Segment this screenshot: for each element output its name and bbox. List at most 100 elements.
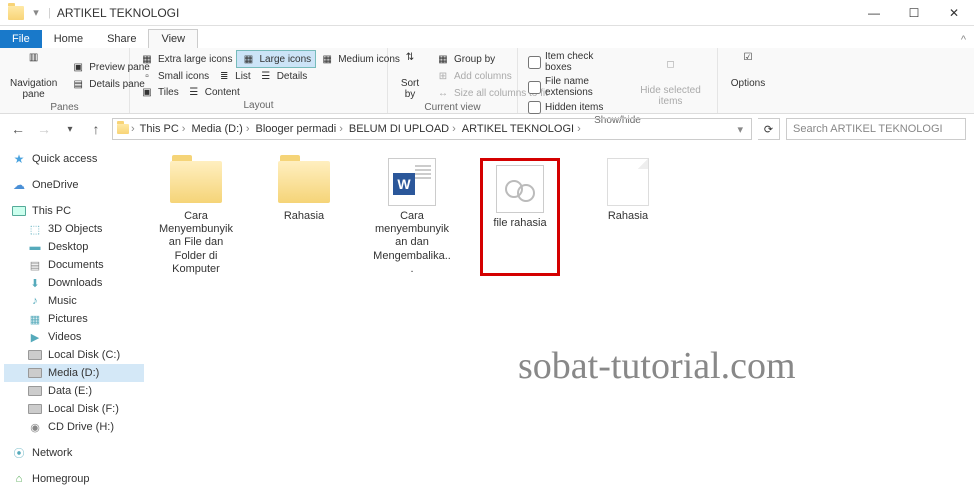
crumb-1[interactable]: Media (D:)› [188, 123, 252, 135]
crumb-4[interactable]: ARTIKEL TEKNOLOGI› [459, 123, 584, 135]
xlarge-icon: ▦ [140, 52, 154, 66]
content-icon: ☰ [187, 85, 201, 99]
sidebar-onedrive[interactable]: ☁OneDrive [4, 176, 144, 194]
recent-dropdown[interactable]: ▾ [60, 119, 80, 139]
file-content-area[interactable]: Cara Menyembunyikan File dan Folder di K… [148, 144, 974, 500]
hide-selected-label: Hide selected items [634, 85, 707, 107]
sidebar-3d-objects[interactable]: ⬚3D Objects [4, 220, 144, 238]
navigation-sidebar: ★Quick access ☁OneDrive This PC ⬚3D Obje… [0, 144, 148, 500]
sidebar-this-pc[interactable]: This PC [4, 202, 144, 220]
extra-large-icons-button[interactable]: ▦Extra large icons [136, 50, 236, 68]
hide-selected-icon: ◻ [658, 59, 682, 83]
hidden-checkbox[interactable] [528, 101, 541, 114]
breadcrumb-dropdown-icon[interactable]: ▾ [733, 123, 747, 136]
file-label: Cara Menyembunyikan File dan Folder di K… [156, 210, 236, 276]
watermark-text: sobat-tutorial.com [518, 344, 796, 388]
crumb-3[interactable]: BELUM DI UPLOAD› [346, 123, 459, 135]
small-icon: ▫ [140, 69, 154, 83]
this-pc-icon [12, 204, 26, 218]
sidebar-network[interactable]: ⦿Network [4, 444, 144, 462]
sidebar-downloads[interactable]: ⬇Downloads [4, 274, 144, 292]
crumb-0[interactable]: This PC› [137, 123, 189, 135]
file-label: Cara menyembunyikan dan Mengembalika... [372, 210, 452, 276]
file-label: Rahasia [608, 210, 648, 223]
options-button[interactable]: ☑ Options [724, 50, 772, 91]
tiles-button[interactable]: ▣Tiles [136, 84, 183, 100]
tab-home[interactable]: Home [42, 30, 95, 48]
group-by-icon: ▦ [436, 52, 450, 66]
sort-by-button[interactable]: ⇅ Sort by [394, 50, 426, 102]
up-button[interactable]: ↑ [86, 119, 106, 139]
medium-icon: ▦ [320, 52, 334, 66]
file-extensions-toggle[interactable]: File name extensions [524, 75, 624, 99]
file-label: Rahasia [284, 210, 324, 223]
item-check-checkbox[interactable] [528, 56, 541, 69]
file-item-0[interactable]: Cara Menyembunyikan File dan Folder di K… [156, 158, 236, 276]
list-button[interactable]: ≣List [213, 68, 255, 84]
file-item-4[interactable]: Rahasia [588, 158, 668, 276]
txt-icon [600, 158, 656, 206]
ribbon-collapse-icon[interactable]: ^ [953, 32, 974, 48]
exe-icon [492, 165, 548, 213]
onedrive-icon: ☁ [12, 178, 26, 192]
tab-share[interactable]: Share [95, 30, 148, 48]
disk-d-icon [28, 366, 42, 380]
maximize-button[interactable]: ☐ [894, 0, 934, 26]
large-icons-button[interactable]: ▦Large icons [236, 50, 316, 68]
back-button[interactable]: ← [8, 119, 28, 139]
qat-dropdown[interactable]: ▾ [26, 4, 46, 22]
sidebar-quick-access[interactable]: ★Quick access [4, 150, 144, 168]
add-columns-icon: ⊞ [436, 69, 450, 83]
ext-checkbox[interactable] [528, 81, 541, 94]
content-button[interactable]: ☰Content [183, 84, 244, 100]
disk-e-icon [28, 384, 42, 398]
sidebar-videos[interactable]: ▶Videos [4, 328, 144, 346]
forward-button[interactable]: → [34, 119, 54, 139]
ribbon-tabs: File Home Share View ^ [0, 26, 974, 48]
close-button[interactable]: ✕ [934, 0, 974, 26]
file-item-2[interactable]: Cara menyembunyikan dan Mengembalika... [372, 158, 452, 276]
sidebar-homegroup[interactable]: ⌂Homegroup [4, 470, 144, 488]
documents-icon: ▤ [28, 258, 42, 272]
layout-group-label: Layout [136, 100, 381, 113]
sort-icon: ⇅ [398, 52, 422, 76]
sidebar-cd-drive-h[interactable]: ◉CD Drive (H:) [4, 418, 144, 436]
hide-selected-button[interactable]: ◻ Hide selected items [630, 50, 711, 115]
sidebar-local-disk-f[interactable]: Local Disk (F:) [4, 400, 144, 418]
file-item-3[interactable]: file rahasia [480, 158, 560, 276]
videos-icon: ▶ [28, 330, 42, 344]
list-icon: ≣ [217, 69, 231, 83]
sidebar-local-disk-c[interactable]: Local Disk (C:) [4, 346, 144, 364]
sidebar-music[interactable]: ♪Music [4, 292, 144, 310]
network-icon: ⦿ [12, 446, 26, 460]
search-input[interactable]: Search ARTIKEL TEKNOLOGI [786, 118, 966, 140]
sidebar-desktop[interactable]: ▬Desktop [4, 238, 144, 256]
minimize-button[interactable]: — [854, 0, 894, 26]
breadcrumb-bar[interactable]: › This PC› Media (D:)› Blooger permadi› … [112, 118, 752, 140]
folder-icon [168, 158, 224, 206]
address-bar: ← → ▾ ↑ › This PC› Media (D:)› Blooger p… [0, 114, 974, 144]
3d-objects-icon: ⬚ [28, 222, 42, 236]
hidden-items-toggle[interactable]: Hidden items [524, 100, 624, 115]
cd-drive-icon: ◉ [28, 420, 42, 434]
file-item-1[interactable]: Rahasia [264, 158, 344, 276]
desktop-icon: ▬ [28, 240, 42, 254]
file-label: file rahasia [493, 217, 546, 230]
item-checkboxes-toggle[interactable]: Item check boxes [524, 50, 624, 74]
navigation-pane-icon: ▥ [22, 52, 46, 76]
tab-view[interactable]: View [148, 29, 198, 48]
refresh-button[interactable]: ⟳ [758, 118, 780, 140]
crumb-2[interactable]: Blooger permadi› [252, 123, 345, 135]
sidebar-documents[interactable]: ▤Documents [4, 256, 144, 274]
tab-file[interactable]: File [0, 30, 42, 48]
sidebar-pictures[interactable]: ▦Pictures [4, 310, 144, 328]
small-icons-button[interactable]: ▫Small icons [136, 68, 213, 84]
current-view-group-label: Current view [394, 102, 511, 115]
sidebar-data-e[interactable]: Data (E:) [4, 382, 144, 400]
details-icon: ☰ [259, 69, 273, 83]
navigation-pane-button[interactable]: ▥ Navigation pane [6, 50, 61, 102]
sidebar-media-d[interactable]: Media (D:) [4, 364, 144, 382]
details-button[interactable]: ☰Details [255, 68, 312, 84]
options-label: Options [731, 78, 765, 89]
size-fit-icon: ↔ [436, 86, 450, 100]
